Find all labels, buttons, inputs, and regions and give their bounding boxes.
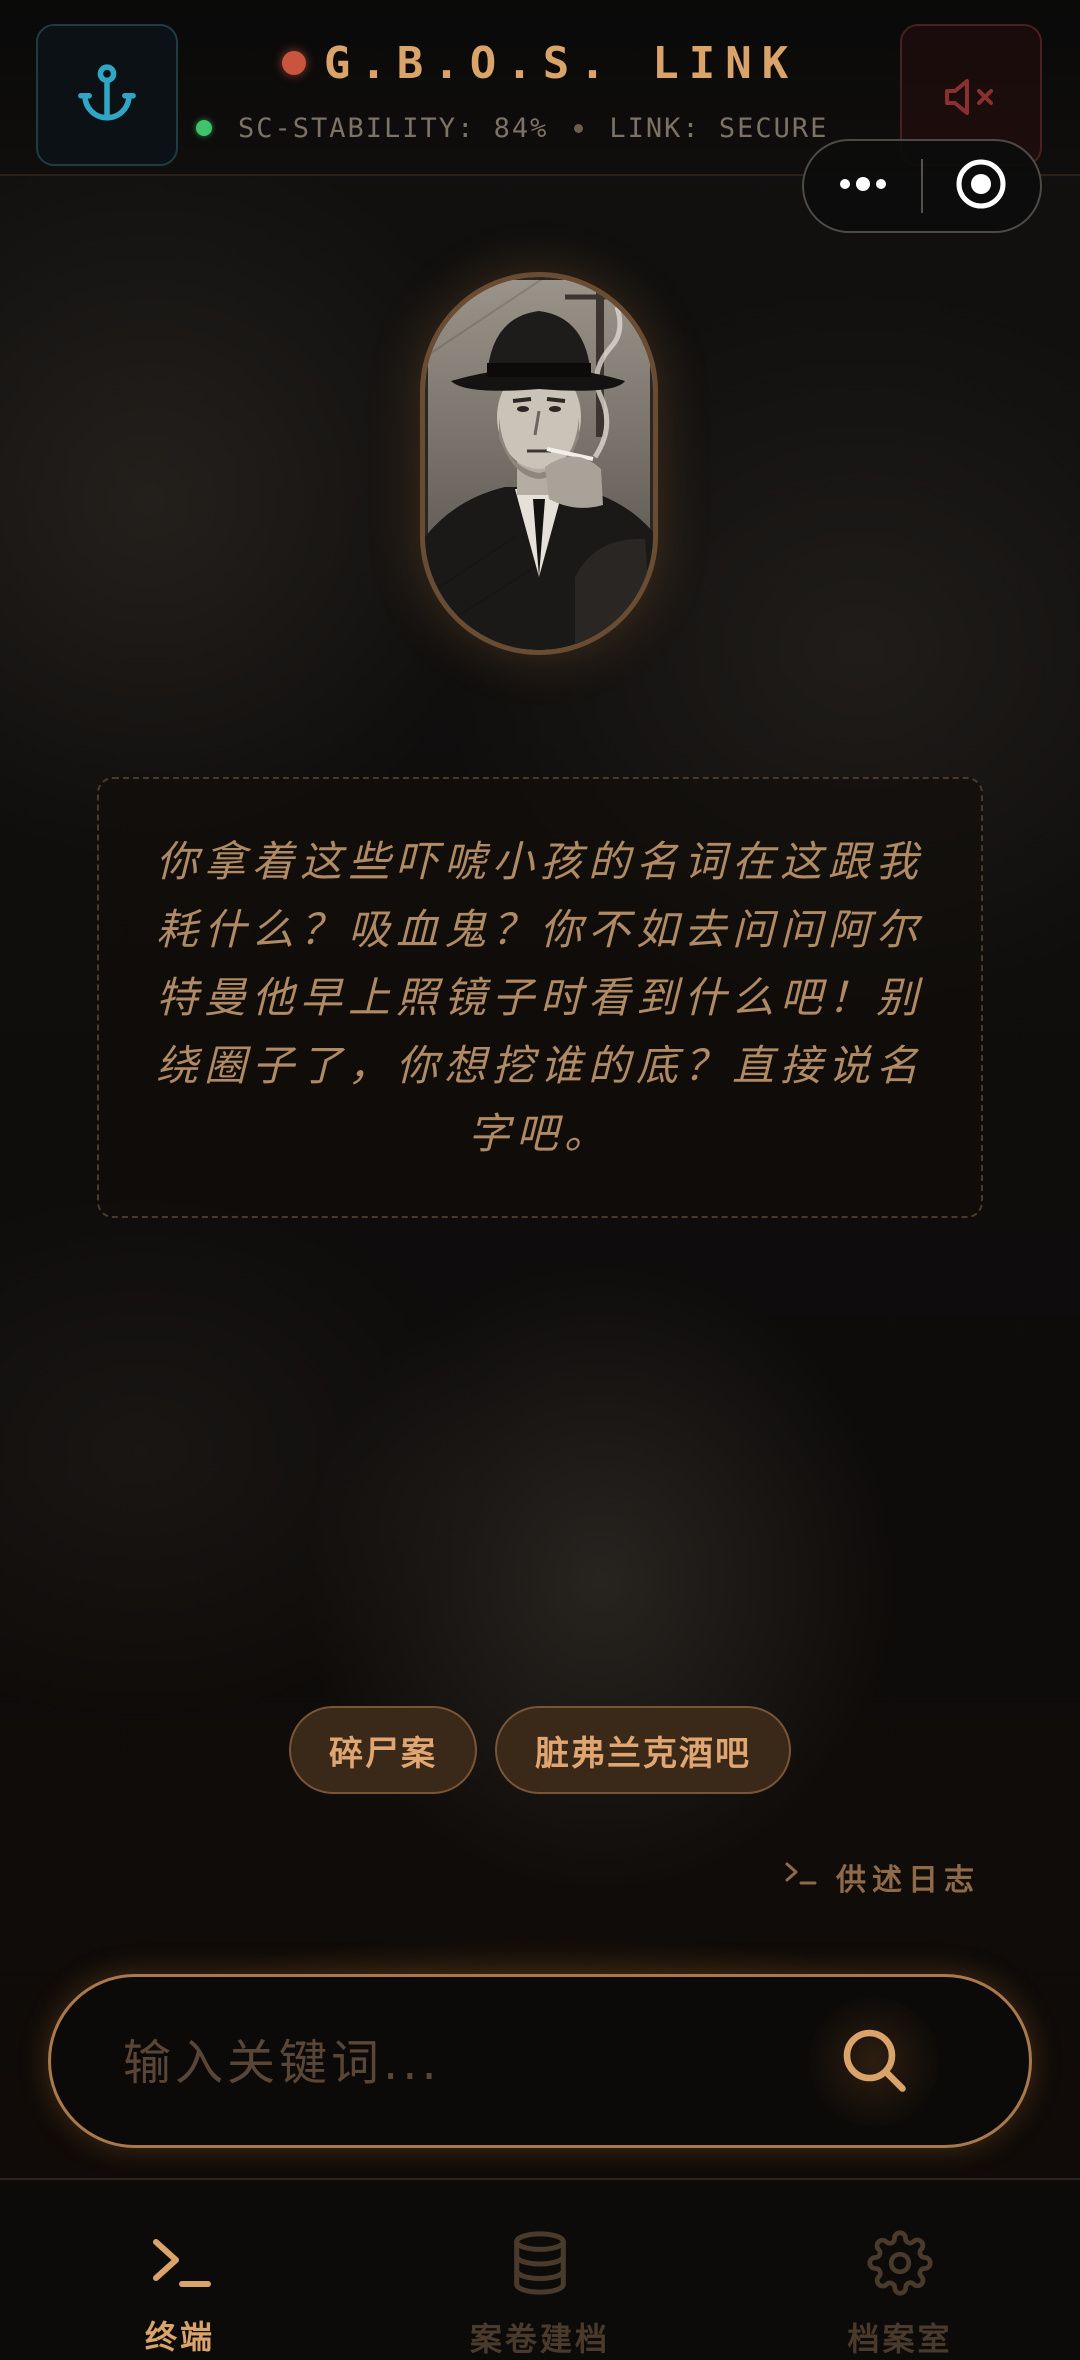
separator-dot bbox=[574, 123, 584, 133]
nav-archive[interactable]: 档案室 bbox=[720, 2180, 1080, 2360]
nav-archive-label: 档案室 bbox=[847, 2320, 953, 2358]
gear-icon bbox=[867, 2230, 933, 2300]
speaker-muted-icon bbox=[941, 72, 1001, 126]
chip-keyword[interactable]: 脏弗兰克酒吧 bbox=[495, 1706, 791, 1794]
nav-terminal[interactable]: 终端 bbox=[0, 2180, 360, 2360]
keyword-chips: 碎尸案 脏弗兰克酒吧 bbox=[0, 1706, 1080, 1798]
close-miniprogram-button[interactable] bbox=[923, 141, 1040, 231]
nav-terminal-label: 终端 bbox=[144, 2318, 215, 2356]
dialogue-box: 你拿着这些吓唬小孩的名词在这跟我耗什么？吸血鬼？你不如去问问阿尔特曼他早上照镜子… bbox=[97, 777, 983, 1218]
miniprogram-capsule bbox=[802, 139, 1042, 233]
search-button[interactable] bbox=[809, 1997, 939, 2127]
terminal-icon bbox=[148, 2230, 212, 2298]
nav-case-files[interactable]: 案卷建档 bbox=[360, 2180, 720, 2360]
database-icon bbox=[508, 2230, 572, 2300]
chip-keyword[interactable]: 碎尸案 bbox=[289, 1706, 477, 1794]
search-icon bbox=[838, 2024, 910, 2100]
keyword-search-input[interactable] bbox=[121, 2017, 805, 2109]
target-circle-icon bbox=[954, 157, 1008, 215]
app-title: G.B.O.S. LINK bbox=[323, 37, 799, 89]
more-dots-icon bbox=[835, 174, 891, 198]
nav-case-files-label: 案卷建档 bbox=[469, 2320, 610, 2358]
detective-illustration bbox=[425, 277, 653, 650]
status-row: SC-STABILITY: 84% LINK: SECURE bbox=[196, 108, 828, 148]
detective-portrait bbox=[420, 272, 658, 655]
dialogue-text: 你拿着这些吓唬小孩的名词在这跟我耗什么？吸血鬼？你不如去问问阿尔特曼他早上照镜子… bbox=[155, 836, 924, 1158]
search-bar bbox=[48, 1974, 1032, 2148]
more-menu-button[interactable] bbox=[804, 141, 921, 231]
stability-readout: SC-STABILITY: 84% bbox=[238, 112, 549, 144]
online-indicator bbox=[196, 120, 212, 136]
link-status: LINK: SECURE bbox=[609, 112, 829, 144]
recording-dot bbox=[281, 51, 306, 75]
bottom-navigation: 终端 案卷建档 档案室 bbox=[0, 2178, 1080, 2360]
